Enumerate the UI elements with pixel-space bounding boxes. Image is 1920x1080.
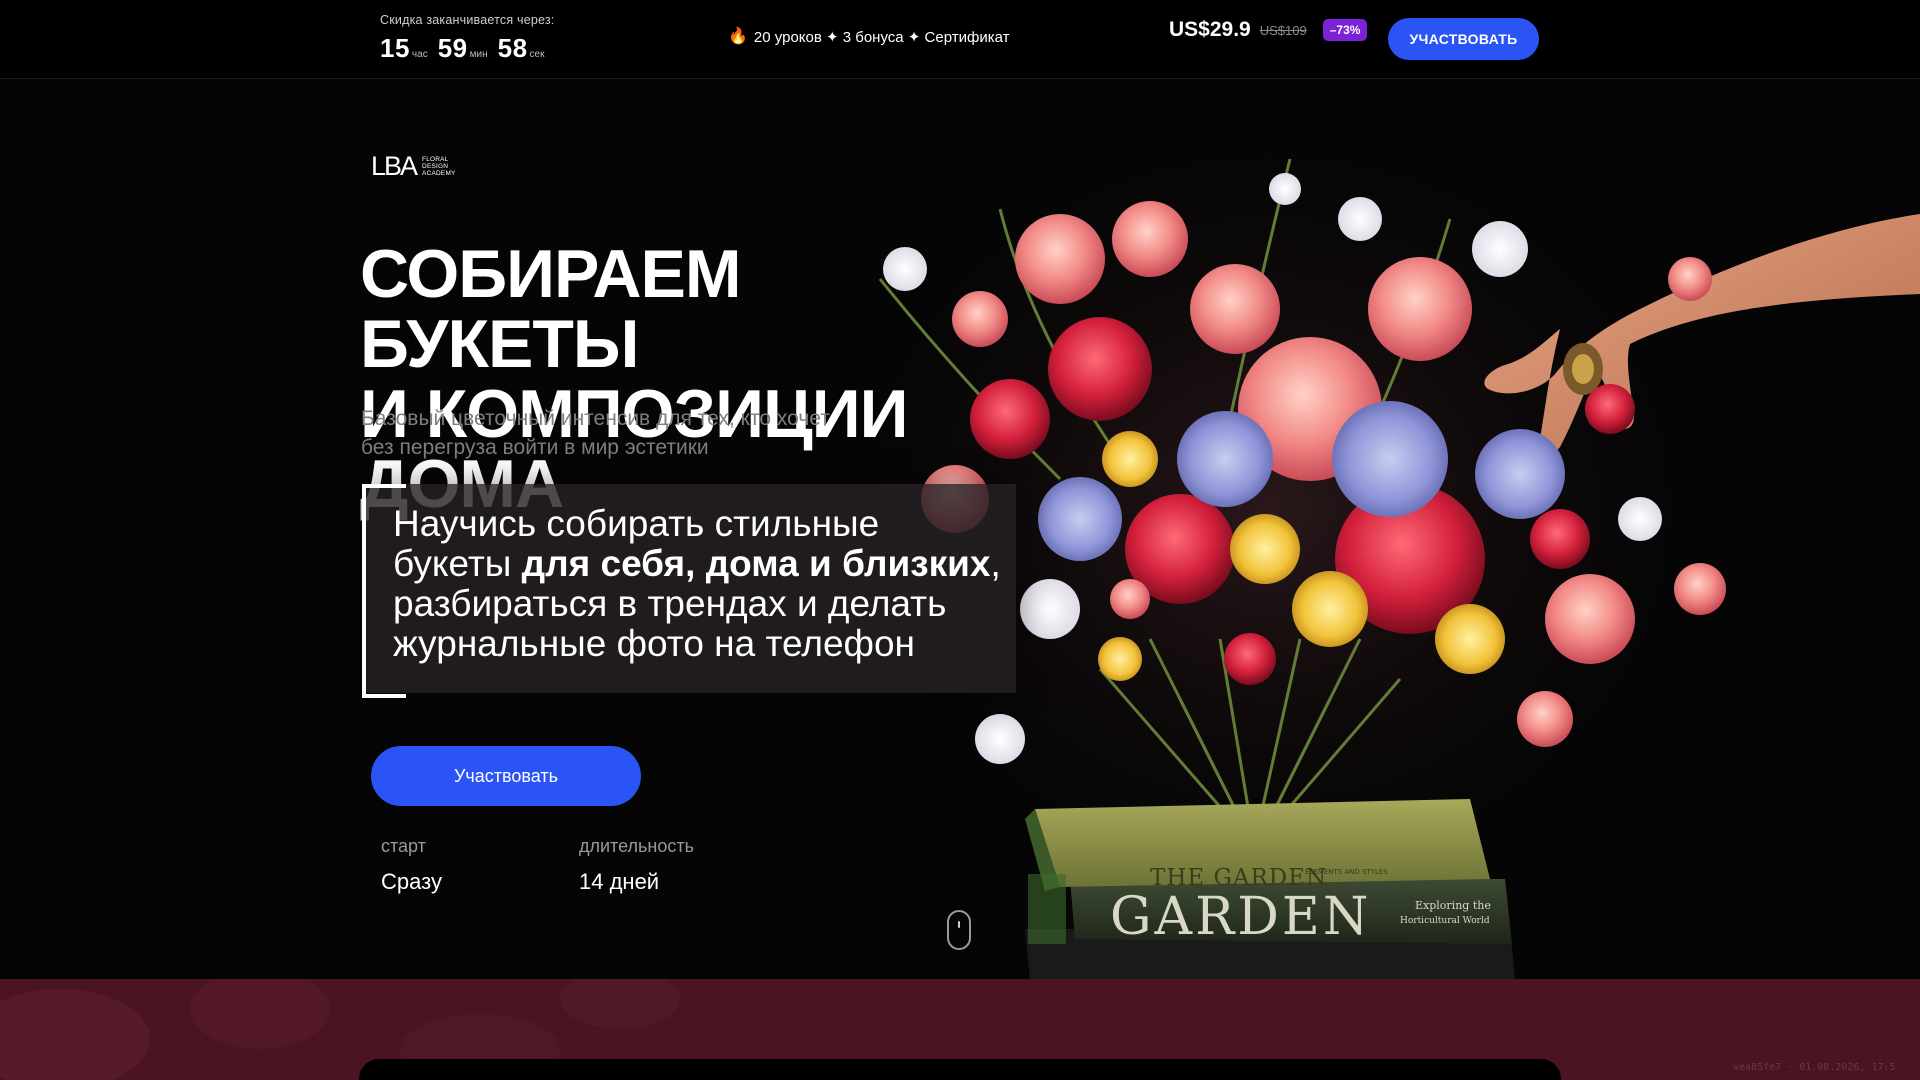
scroll-down-mouse-icon[interactable] [947,910,971,950]
hero-headline: СОБИРАЕМ БУКЕТЫ И КОМПОЗИЦИИ ДОМА [360,236,908,519]
next-section-card [359,1059,1561,1080]
current-price: US$29.9 [1169,18,1251,41]
hero-subtitle: Базовый цветочный интенсив для тех, кто … [361,407,830,459]
start-info: старт Сразу [381,836,442,895]
footer-mark: vea85fe7 · 01.08.2026, 17:5 [1733,1062,1896,1073]
svg-text:Horticultural World: Horticultural World [1400,916,1490,926]
top-bar: Скидка заканчивается через: 15 час 59 ми… [0,0,1920,79]
book-title-the-garden: THE GARDEN [1150,865,1327,891]
start-value: Сразу [381,869,442,894]
duration-label: длительность [579,836,694,856]
books-stack: GARDEN Exploring the Horticultural World… [1025,799,1515,979]
academy-logo[interactable]: LBA FLORAL DESIGN ACADEMY [371,151,456,182]
discount-badge: –73% [1322,19,1368,41]
logo-subtitle: FLORAL DESIGN ACADEMY [422,156,456,177]
course-summary: 🔥 20 уроков ✦ 3 бонуса ✦ Сертификат [728,28,1010,47]
timer-minutes: 59 [437,33,468,63]
header-participate-button[interactable]: УЧАСТВОВАТЬ [1388,18,1539,60]
benefits-text: Научись собирать стильные букеты для себ… [393,503,1001,664]
timer-seconds: 58 [497,33,528,63]
countdown-timer: Скидка заканчивается через: 15 час 59 ми… [380,13,554,64]
next-section [0,979,1920,1080]
logo-mark: LBA [371,151,418,181]
hero-section: GARDEN Exploring the Horticultural World… [0,79,1920,979]
course-summary-text: 20 уроков ✦ 3 бонуса ✦ Сертификат [753,29,1010,46]
svg-text:Exploring the: Exploring the [1415,899,1491,912]
timer-minutes-unit: мин [469,49,488,60]
old-price: US$109 [1259,22,1307,38]
timer-hours: 15 [380,33,410,63]
start-label: старт [381,836,426,856]
timer-label: Скидка заканчивается через: [380,13,555,27]
price-block: US$29.9 US$109 –73% [1169,18,1368,42]
book-title-garden: GARDEN [1110,887,1371,947]
svg-text:ELEMENTS AND STYLES: ELEMENTS AND STYLES [1305,868,1388,876]
fire-icon: 🔥 [728,28,748,45]
timer-hours-unit: час [411,49,428,60]
timer-seconds-unit: сек [529,49,545,60]
duration-info: длительность 14 дней [579,836,694,895]
duration-value: 14 дней [579,869,660,894]
participate-button[interactable]: Участвовать [371,746,641,806]
